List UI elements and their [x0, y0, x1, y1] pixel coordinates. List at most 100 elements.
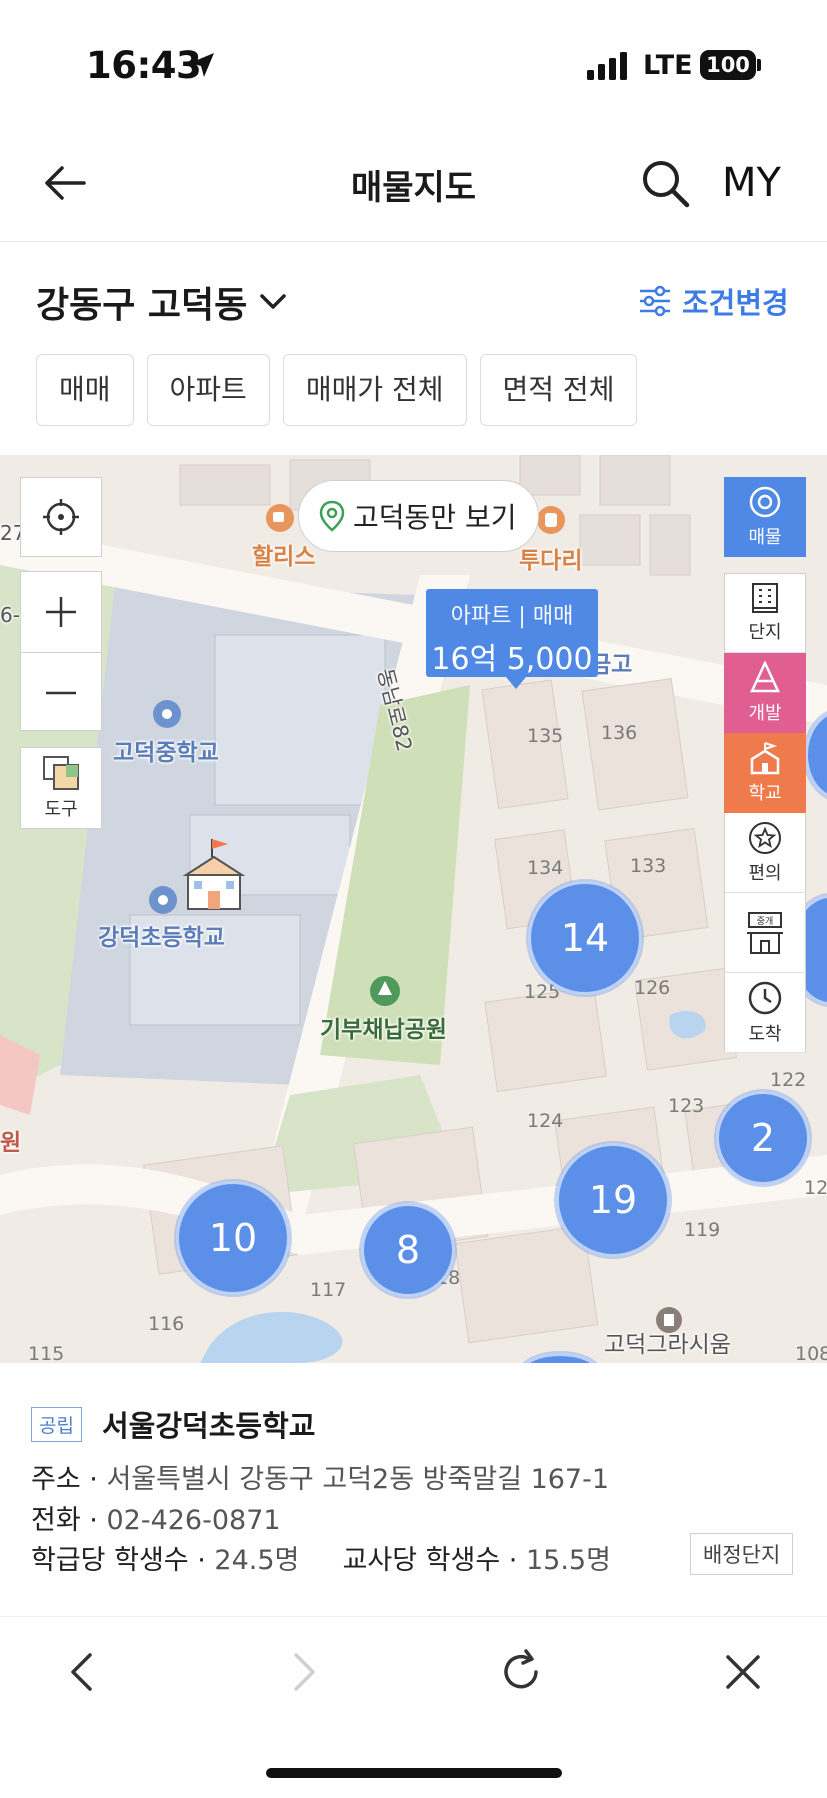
svg-text:중개: 중개 [757, 916, 774, 927]
per-teacher-label: 교사당 학생수 [342, 1545, 501, 1576]
nav-header: 매물지도 MY [0, 120, 827, 242]
lot-number: 123 [668, 1095, 705, 1117]
only-dong-label: 고덕동만 보기 [353, 501, 517, 534]
layer-convenience-button[interactable]: 편의 [724, 813, 806, 893]
filter-chip-price[interactable]: 매매가 전체 [282, 354, 467, 426]
cafe-icon [266, 504, 294, 532]
layer-agent-button[interactable]: 중개 [724, 893, 806, 973]
lot-number: 136 [601, 722, 638, 744]
location-arrow-icon [190, 53, 214, 77]
condition-change-button[interactable]: 조건변경 [638, 280, 789, 322]
filter-chip-area[interactable]: 면적 전체 [479, 354, 638, 426]
close-icon[interactable] [718, 1647, 768, 1697]
place-middle-school: 고덕중학교 [113, 740, 219, 766]
school-pin-icon [149, 886, 177, 914]
school-phone-row: 전화 · 02-426-0871 [31, 1498, 281, 1537]
minus-icon [46, 691, 76, 694]
search-icon[interactable] [638, 156, 692, 210]
filter-chips: 매매 아파트 매매가 전체 면적 전체 [36, 354, 638, 426]
battery-tip [757, 59, 761, 71]
school-stats-row: 학급당 학생수 · 24.5명 교사당 학생수 · 15.5명 [31, 1538, 611, 1577]
separator: · [89, 1505, 98, 1536]
location-pin-icon [319, 500, 345, 532]
layer-school-button[interactable]: 학교 [724, 733, 806, 813]
filter-sliders-icon [640, 285, 670, 317]
filter-chip-type[interactable]: 아파트 [146, 354, 270, 426]
agent-icon: 중개 [747, 911, 783, 954]
layer-bar: 매물 단지 개발 학교 편의 중개 도착 [724, 477, 806, 1053]
lot-number: 133 [630, 855, 667, 877]
listing-cluster[interactable]: 8 [361, 1203, 455, 1297]
tools-label: 도구 [44, 799, 78, 820]
crosshair-icon [43, 499, 79, 535]
school-pin-icon [153, 700, 181, 728]
zoom-controls [20, 571, 102, 731]
price-marker-type: 아파트 [450, 604, 512, 629]
my-button[interactable]: MY [722, 160, 781, 206]
current-location-button[interactable] [20, 477, 102, 557]
lot-number: 120 [804, 1177, 827, 1199]
price-marker[interactable]: 아파트 | 매매 16억 5,000 [426, 589, 598, 689]
school-address: 서울특별시 강동구 고덕2동 방죽말길 167-1 [106, 1464, 610, 1495]
filter-chip-deal[interactable]: 매매 [36, 354, 134, 426]
condition-label: 조건변경 [682, 286, 789, 320]
star-icon [749, 821, 781, 854]
home-indicator[interactable] [266, 1768, 562, 1778]
building-icon [752, 583, 778, 613]
lot-number: 117 [310, 1279, 347, 1301]
layer-development-button[interactable]: 개발 [724, 653, 806, 733]
place-hollys: 할리스 [252, 544, 316, 570]
zoom-in-button[interactable] [21, 572, 101, 652]
school-info-panel[interactable]: 공립 서울강덕초등학교 주소 · 서울특별시 강동구 고덕2동 방죽말길 167… [0, 1363, 827, 1617]
layer-arrival-button[interactable]: 도착 [724, 973, 806, 1053]
cone-icon [750, 661, 780, 693]
layer-convenience-label: 편의 [748, 862, 782, 884]
restaurant-icon [537, 506, 565, 534]
school-address-row: 주소 · 서울특별시 강동구 고덕2동 방죽말길 167-1 [31, 1457, 609, 1496]
lot-number: 108 [795, 1343, 827, 1363]
zoom-out-button[interactable] [21, 652, 101, 732]
lot-number: 126 [634, 977, 671, 999]
plus-icon [46, 597, 76, 627]
signal-icon [587, 52, 627, 80]
school-phone[interactable]: 02-426-0871 [106, 1505, 280, 1536]
clock-icon [748, 981, 782, 1014]
only-dong-button[interactable]: 고덕동만 보기 [298, 480, 540, 552]
separator: · [89, 1464, 98, 1495]
price-marker-tail [506, 677, 526, 689]
layer-complex-label: 단지 [748, 622, 782, 643]
chevron-down-icon [260, 294, 287, 309]
refresh-icon[interactable] [496, 1647, 546, 1697]
back-chevron-icon[interactable] [58, 1647, 108, 1697]
school-type-badge: 공립 [31, 1407, 82, 1442]
listing-cluster[interactable]: 19 [556, 1143, 670, 1257]
price-marker-price: 16억 5,000 [431, 642, 593, 677]
forward-chevron-icon[interactable] [278, 1647, 328, 1697]
listing-cluster[interactable]: 10 [176, 1181, 290, 1295]
park-tree-icon [370, 976, 400, 1006]
tools-button[interactable]: 도구 [20, 747, 102, 829]
per-teacher-value: 15.5명 [525, 1545, 611, 1576]
layers-icon [43, 756, 79, 790]
layer-listings-button[interactable]: 매물 [724, 477, 806, 557]
separator: · [197, 1545, 206, 1576]
price-marker-deal: 매매 [532, 604, 574, 629]
layer-arrival-label: 도착 [748, 1023, 782, 1045]
browser-toolbar [0, 1617, 827, 1727]
layer-complex-button[interactable]: 단지 [724, 573, 806, 653]
lot-number: 122 [770, 1069, 807, 1091]
map-view[interactable]: 할리스 투다리 고덕중학교 강덕초등학교 기부채납공원 동남로82 고덕그라시움… [0, 455, 827, 1363]
place-tudari: 투다리 [519, 548, 583, 574]
assigned-complex-button[interactable]: 배정단지 [690, 1533, 794, 1575]
lot-number: 124 [527, 1110, 564, 1132]
region-selector[interactable]: 강동구 고덕동 [36, 276, 287, 328]
lot-number: 119 [684, 1219, 721, 1241]
layer-development-label: 개발 [748, 703, 782, 724]
phone-label: 전화 [31, 1505, 81, 1536]
separator: · [508, 1545, 518, 1576]
listing-cluster[interactable]: 2 [716, 1091, 810, 1185]
listing-cluster[interactable]: 14 [528, 881, 642, 995]
place-partial-left: 원 [0, 1130, 22, 1156]
school-icon [750, 742, 780, 775]
network-type: LTE [643, 50, 693, 81]
